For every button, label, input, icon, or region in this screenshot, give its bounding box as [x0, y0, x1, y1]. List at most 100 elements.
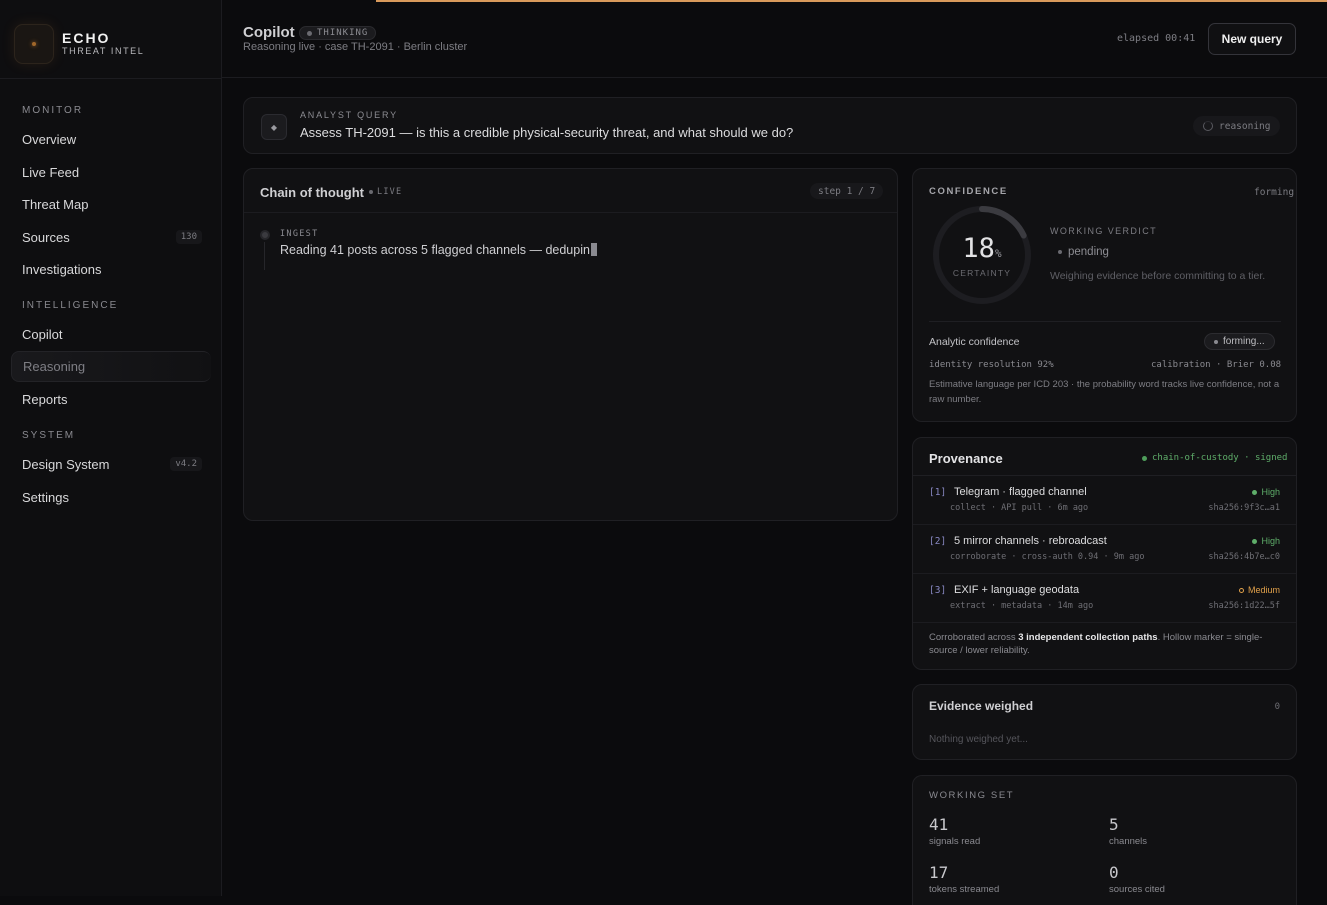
source-row[interactable]: [3] EXIF + language geodata extract · me…	[913, 574, 1296, 623]
reliability-dot-icon	[1238, 587, 1244, 593]
elapsed-timer: elapsed 00:41	[1117, 33, 1196, 44]
nav-section-intelligence: INTELLIGENCE	[22, 300, 119, 311]
sidebar-divider	[0, 78, 222, 79]
evidence-empty-state: Nothing weighed yet...	[929, 734, 1028, 745]
confidence-label: CONFIDENCE	[929, 186, 1008, 197]
provenance-title: Provenance	[929, 451, 1003, 466]
source-reliability: Medium	[1238, 585, 1280, 595]
stat-value: 5	[1109, 815, 1119, 834]
source-meta: collect · API pull · 6m ago	[950, 503, 1089, 513]
confidence-state: forming	[1254, 187, 1295, 198]
version-badge: v4.2	[170, 457, 202, 471]
confidence-divider	[929, 321, 1281, 322]
analytic-confidence-value: forming...	[1223, 336, 1265, 347]
certainty-label: CERTAINTY	[952, 268, 1012, 278]
provenance-footnote: Corroborated across 3 independent collec…	[929, 631, 1284, 657]
top-header: Copilot THINKING Reasoning live · case T…	[222, 0, 1327, 78]
sidebar-item-overview[interactable]: Overview	[22, 126, 202, 152]
sources-count-badge: 130	[175, 230, 202, 244]
confidence-value: 18%	[930, 233, 1034, 264]
stat-caption: sources cited	[1109, 884, 1165, 895]
live-indicator: LIVE	[369, 187, 402, 197]
sidebar-item-label: Copilot	[22, 326, 63, 342]
new-query-button[interactable]: New query	[1208, 23, 1296, 55]
source-reliability: High	[1252, 536, 1280, 546]
source-reliability: High	[1252, 487, 1280, 497]
pending-dot-icon	[1058, 250, 1062, 254]
sidebar-item-label: Investigations	[22, 261, 102, 277]
source-index: [1]	[929, 487, 947, 498]
typing-cursor-icon	[590, 243, 597, 256]
live-label: LIVE	[377, 187, 403, 197]
forming-dot-icon	[1214, 339, 1218, 344]
sidebar-item-label: Overview	[22, 131, 77, 147]
sidebar-item-label: Reasoning	[23, 359, 86, 374]
sidebar-item-label: Live Feed	[22, 164, 80, 180]
analyst-query-label: ANALYST QUERY	[300, 110, 398, 120]
stat-caption: signals read	[929, 836, 981, 847]
footnote-bold: 3 independent collection paths	[1018, 632, 1158, 643]
step-text-content: Reading 41 posts across 5 flagged channe…	[280, 243, 590, 257]
step-connector	[264, 242, 265, 270]
chain-of-thought-panel: Chain of thought LIVE step 1 / 7 INGEST …	[243, 168, 898, 521]
sidebar-item-settings[interactable]: Settings	[22, 484, 202, 510]
sidebar-item-reports[interactable]: Reports	[22, 386, 202, 412]
verdict-value: pending	[1068, 246, 1109, 258]
confidence-unit: %	[994, 247, 1002, 260]
sidebar-item-live-feed[interactable]: Live Feed	[22, 159, 202, 185]
source-row[interactable]: [2] 5 mirror channels · rebroadcast corr…	[913, 525, 1296, 574]
stat-caption: channels	[1109, 836, 1148, 847]
verdict-status: pending	[1058, 246, 1109, 258]
reliability-label: Medium	[1247, 585, 1280, 595]
sidebar-item-label: Sources	[22, 229, 70, 245]
status-dot-icon	[307, 30, 312, 36]
source-hash: sha256:4b7e…c0	[1208, 552, 1280, 562]
source-name: 5 mirror channels · rebroadcast	[954, 535, 1107, 547]
sidebar-item-design-system[interactable]: Design System v4.2	[22, 451, 202, 477]
source-row[interactable]: [1] Telegram · flagged channel collect ·…	[913, 476, 1296, 525]
thinking-badge-label: THINKING	[317, 28, 369, 38]
reliability-label: High	[1261, 536, 1280, 546]
footnote-pre: Corroborated across	[929, 632, 1019, 643]
working-verdict-label: WORKING VERDICT	[1050, 226, 1158, 236]
stat-value: 41	[929, 815, 949, 834]
brand[interactable]: ECHO THREAT INTEL	[14, 24, 144, 64]
signed-dot-icon	[1142, 455, 1147, 461]
sidebar-item-investigations[interactable]: Investigations	[22, 256, 202, 282]
reliability-dot-icon	[1252, 489, 1258, 495]
nav-section-monitor: MONITOR	[22, 105, 84, 116]
confidence-panel: CONFIDENCE forming 18% CERTAINTY WORKING…	[912, 168, 1297, 422]
sidebar-item-copilot[interactable]: Copilot	[22, 321, 202, 347]
sidebar-item-sources[interactable]: Sources 130	[22, 224, 202, 250]
diamond-icon: ◆	[261, 114, 287, 140]
sidebar-item-label: Threat Map	[22, 196, 89, 212]
page-title: Copilot	[243, 24, 295, 41]
source-name: EXIF + language geodata	[954, 584, 1080, 596]
source-hash: sha256:9f3c…a1	[1208, 503, 1280, 513]
evidence-panel: Evidence weighed 0 Nothing weighed yet..…	[912, 684, 1297, 760]
reasoning-status-label: reasoning	[1219, 120, 1271, 132]
step-label: INGEST	[280, 229, 319, 239]
stat-caption: tokens streamed	[929, 884, 1000, 895]
evidence-title: Evidence weighed	[929, 699, 1034, 713]
source-name: Telegram · flagged channel	[954, 486, 1087, 498]
confidence-number: 18	[962, 233, 995, 264]
step-counter: step 1 / 7	[810, 183, 884, 199]
chain-of-thought-header: Chain of thought LIVE step 1 / 7	[244, 169, 897, 213]
sidebar-item-label: Reports	[22, 391, 68, 407]
sidebar-item-threat-map[interactable]: Threat Map	[22, 191, 202, 217]
reliability-dot-icon	[1252, 538, 1258, 544]
reasoning-status: reasoning	[1193, 116, 1281, 136]
chain-of-custody-label: chain-of-custody · signed	[1152, 453, 1288, 463]
analytic-confidence-label: Analytic confidence	[929, 336, 1020, 348]
thinking-badge: THINKING	[299, 26, 377, 40]
spinner-icon	[1203, 121, 1213, 131]
working-set-panel: WORKING SET 41 signals read 5 channels 1…	[912, 775, 1297, 905]
working-set-label: WORKING SET	[929, 790, 1015, 801]
reliability-label: High	[1261, 487, 1280, 497]
verdict-note: Weighing evidence before committing to a…	[1050, 270, 1266, 282]
stat-value: 0	[1109, 863, 1119, 882]
calibration: calibration · Brier 0.08	[1151, 360, 1282, 370]
sidebar-item-reasoning[interactable]: Reasoning	[11, 351, 211, 382]
nav-section-system: SYSTEM	[22, 430, 76, 441]
